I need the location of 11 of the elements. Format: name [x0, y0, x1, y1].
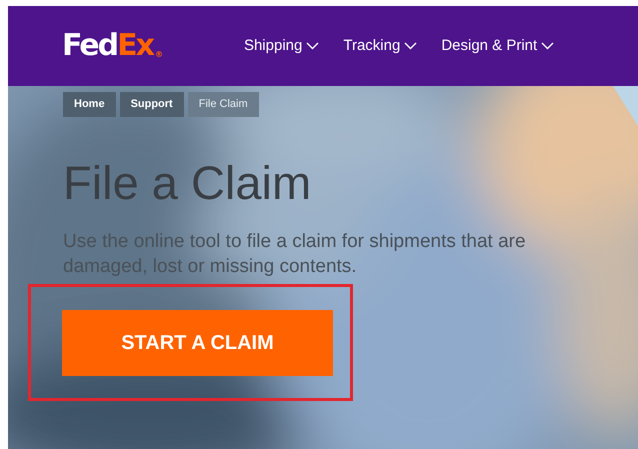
- chevron-down-icon: [404, 42, 418, 50]
- page-title: File a Claim: [63, 156, 312, 208]
- breadcrumb-link[interactable]: Home: [63, 92, 116, 116]
- chevron-down-icon: [541, 42, 554, 50]
- breadcrumb-link[interactable]: Support: [120, 92, 184, 116]
- breadcrumb-link[interactable]: File Claim: [188, 92, 259, 116]
- nav-menu[interactable]: Shipping: [244, 34, 320, 58]
- logo[interactable]: FedEx®: [62, 31, 163, 61]
- chevron-down-icon: [306, 42, 320, 50]
- nav-menu[interactable]: Tracking: [343, 34, 418, 58]
- nav-menu[interactable]: Design & Print: [441, 34, 554, 58]
